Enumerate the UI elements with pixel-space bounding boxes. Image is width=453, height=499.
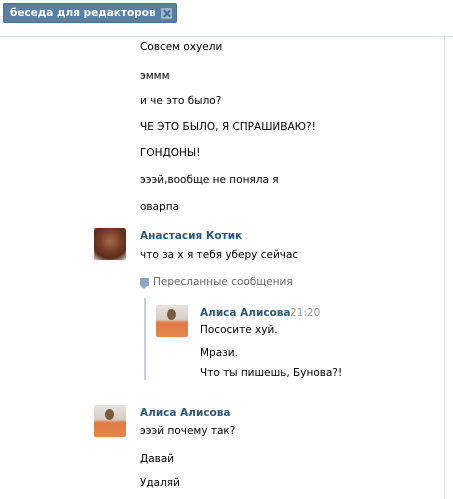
message-text: Пососите хуй. — [200, 324, 278, 336]
message-text: ЧЕ ЭТО БЫЛО, Я СПРАШИВАЮ?! — [140, 121, 316, 133]
forwarded-header: Пересланные сообщения — [140, 276, 293, 289]
message-text: что за х я тебя уберу сейчас — [140, 249, 299, 261]
message-text: оварпа — [140, 201, 180, 213]
forwarded-author[interactable]: Алиса Алисова — [200, 307, 290, 319]
message-text: Совсем охуели — [140, 41, 223, 53]
avatar[interactable] — [94, 228, 126, 260]
message-text: Давай — [140, 453, 175, 465]
forward-icon — [140, 278, 149, 289]
forwarded-label: Пересланные сообщения — [153, 276, 293, 288]
forwarded-quote-bar — [144, 298, 146, 380]
message-text: и че это было? — [140, 95, 222, 107]
message-author[interactable]: Анастасия Котик — [140, 230, 242, 242]
avatar[interactable] — [94, 405, 126, 437]
close-icon[interactable] — [160, 7, 172, 19]
message-text: эээй,вообще не поняла я — [140, 174, 279, 186]
message-text: эээй почему так? — [140, 425, 236, 437]
chat-tabs-bar: беседа для редакторов — [0, 0, 453, 37]
message-author[interactable]: Алиса Алисова — [140, 407, 230, 419]
chat-tab[interactable]: беседа для редакторов — [3, 3, 177, 23]
avatar[interactable] — [156, 305, 188, 337]
message-time[interactable]: 21:20 — [290, 307, 320, 319]
message-text: Мрази. — [200, 347, 238, 359]
chat-tab-label: беседа для редакторов — [10, 7, 156, 19]
message-text: эммм — [140, 70, 170, 82]
divider — [444, 36, 445, 499]
message-text: ГОНДОНЫ! — [140, 147, 201, 159]
message-text: Удаляй — [140, 477, 180, 489]
message-text: Что ты пишешь, Бунова?! — [200, 367, 343, 379]
